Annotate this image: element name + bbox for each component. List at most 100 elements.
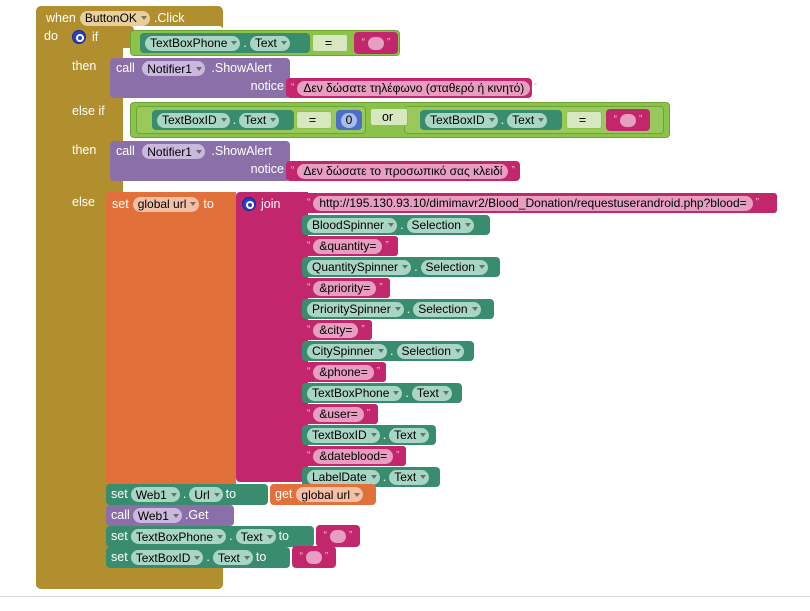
join-text-6[interactable]: &city= [313, 322, 359, 338]
getter-property-dropdown[interactable]: Text [389, 469, 430, 485]
getter-component-dropdown[interactable]: TextBoxID [425, 112, 498, 128]
join-text-10[interactable]: &user= [313, 406, 364, 422]
join-block[interactable] [236, 192, 308, 482]
get-global-variable-dropdown[interactable]: global url [296, 487, 364, 502]
getter-component-dropdown[interactable]: LabelDate [307, 469, 380, 485]
empty-string-block-2[interactable]: “ ” [606, 109, 650, 131]
equality-operator-2a[interactable]: = [296, 111, 332, 129]
join-socket-component-7[interactable]: CitySpinner . Selection [302, 341, 474, 361]
setter-component-name-web1: Web1 [135, 487, 167, 502]
equality-operator-2b[interactable]: = [566, 111, 602, 129]
getter-property-dropdown[interactable]: Text [411, 385, 452, 401]
setter-component-dropdown-id[interactable]: TextBoxID [130, 550, 204, 565]
string-value-phone[interactable] [330, 529, 346, 543]
gear-icon[interactable] [72, 30, 86, 44]
quote-close-icon: ” [325, 551, 329, 562]
getter-property-dropdown[interactable]: Text [249, 35, 290, 51]
chevron-down-icon [195, 66, 202, 71]
join-text-0[interactable]: http://195.130.93.10/dimimavr2/Blood_Don… [313, 195, 753, 211]
blocks-canvas[interactable]: when ButtonOK .Click do if TextBoxPhone … [0, 0, 810, 611]
call-notifier1-showalert-1[interactable]: call Notifier1 .ShowAlert notice [110, 58, 290, 98]
setter-property-dropdown-url[interactable]: Url [189, 487, 223, 502]
setter-property-dropdown-phone[interactable]: Text [235, 529, 276, 544]
call-component-dropdown-2[interactable]: Notifier1 [142, 144, 205, 159]
getter-component-dropdown[interactable]: PrioritySpinner [307, 301, 404, 317]
getter-property-dropdown[interactable]: Text [239, 112, 280, 128]
join-socket-component-3[interactable]: QuantitySpinner . Selection [302, 257, 500, 277]
join-text-4[interactable]: &priority= [313, 280, 377, 296]
component-getter-textboxid-text-a[interactable]: TextBoxID . Text [152, 110, 294, 130]
alert-message-text-1[interactable]: Δεν δώσατε τηλέφωνο (σταθερό ή κινητό) [297, 80, 531, 96]
join-text-2[interactable]: &quantity= [313, 238, 383, 254]
getter-component-dropdown[interactable]: TextBoxID [157, 112, 230, 128]
getter-component-dropdown[interactable]: TextBoxPhone [307, 385, 403, 401]
get-global-url-block[interactable]: get global url [270, 484, 376, 505]
set-label-id: set [111, 550, 128, 565]
empty-string-block-1[interactable]: “ ” [354, 32, 398, 54]
number-value[interactable]: 0 [340, 112, 358, 128]
setter-property-dropdown-id[interactable]: Text [212, 550, 253, 565]
call-component-dropdown-web1[interactable]: Web1 [132, 508, 182, 523]
call-notifier1-showalert-2[interactable]: call Notifier1 .ShowAlert notice [110, 141, 290, 181]
getter-property-name: Text [416, 386, 439, 400]
component-getter-textboxid-text-b[interactable]: TextBoxID . Text [420, 110, 562, 130]
join-socket-text-6[interactable]: “ &city= ” [302, 320, 372, 340]
setter-component-dropdown-phone[interactable]: TextBoxPhone [130, 529, 227, 544]
setter-component-dropdown-web1[interactable]: Web1 [130, 487, 180, 502]
join-socket-text-8[interactable]: “ &phone= ” [302, 362, 386, 382]
getter-property-name: Text [244, 113, 267, 127]
chevron-down-icon [488, 118, 495, 122]
event-component-dropdown[interactable]: ButtonOK [79, 10, 150, 26]
alert-message-block-2[interactable]: “ Δεν δώσατε το προσωπικό σας κλειδί ” [286, 161, 520, 181]
string-value-2[interactable] [620, 113, 636, 127]
getter-component-dropdown[interactable]: QuantitySpinner [307, 259, 412, 275]
empty-string-block-id[interactable]: “ ” [292, 546, 336, 568]
join-socket-component-9[interactable]: TextBoxPhone . Text [302, 383, 462, 403]
quote-open-icon: “ [307, 366, 311, 377]
getter-property-dropdown[interactable]: Text [507, 112, 548, 128]
then-label-2: then [72, 143, 97, 157]
join-socket-text-4[interactable]: “ &priority= ” [302, 278, 390, 298]
getter-property-dropdown[interactable]: Selection [413, 301, 481, 317]
equality-operator-1[interactable]: = [312, 34, 348, 52]
string-value-1[interactable] [368, 36, 384, 50]
call-component-dropdown-1[interactable]: Notifier1 [142, 61, 205, 76]
getter-property-dropdown[interactable]: Text [389, 427, 430, 443]
join-socket-component-1[interactable]: BloodSpinner . Selection [302, 215, 490, 235]
getter-property-dropdown[interactable]: Selection [406, 217, 474, 233]
join-socket-text-12[interactable]: “ &dateblood= ” [302, 446, 406, 466]
global-variable-dropdown[interactable]: global url [132, 196, 200, 212]
set-web1-url-block[interactable]: set Web1 . Url to [106, 484, 268, 505]
alert-message-text-2[interactable]: Δεν δώσατε το προσωπικό σας κλειδί [297, 163, 509, 179]
chevron-down-icon [464, 223, 471, 227]
component-getter-textboxphone-text[interactable]: TextBoxPhone . Text [140, 33, 310, 53]
join-text-8[interactable]: &phone= [313, 364, 374, 380]
getter-component-dropdown[interactable]: TextBoxPhone [145, 35, 241, 51]
join-socket-text-2[interactable]: “ &quantity= ” [302, 236, 398, 256]
getter-component-dropdown[interactable]: CitySpinner [307, 343, 388, 359]
join-socket-component-5[interactable]: PrioritySpinner . Selection [302, 299, 494, 319]
empty-string-block-phone[interactable]: “ ” [316, 525, 360, 547]
getter-component-dropdown[interactable]: TextBoxID [307, 427, 380, 443]
set-textboxid-text-block[interactable]: set TextBoxID . Text to [106, 547, 290, 568]
number-block-zero[interactable]: 0 [336, 110, 362, 130]
alert-message-block-1[interactable]: “ Δεν δώσατε τηλέφωνο (σταθερό ή κινητό)… [286, 78, 537, 98]
chevron-down-icon [394, 307, 401, 311]
call-label-2: call [116, 143, 135, 158]
set-global-url-block[interactable] [106, 192, 236, 484]
getter-component-name: CitySpinner [312, 344, 375, 358]
set-textboxphone-text-block[interactable]: set TextBoxPhone . Text to [106, 526, 314, 547]
gear-icon[interactable] [242, 197, 256, 211]
getter-component-dropdown[interactable]: BloodSpinner [307, 217, 398, 233]
call-method-1: .ShowAlert [211, 60, 272, 75]
string-value-id[interactable] [306, 550, 322, 564]
join-socket-component-11[interactable]: TextBoxID . Text [302, 425, 436, 445]
getter-property-dropdown[interactable]: Selection [420, 259, 488, 275]
getter-component-name: QuantitySpinner [312, 260, 399, 274]
join-socket-text-0[interactable]: “ http://195.130.93.10/dimimavr2/Blood_D… [302, 193, 777, 213]
join-text-12[interactable]: &dateblood= [313, 448, 394, 464]
call-web1-get-block[interactable]: call Web1 .Get [106, 505, 234, 526]
getter-property-dropdown[interactable]: Selection [396, 343, 464, 359]
or-operator-dropdown[interactable]: or [370, 108, 408, 126]
join-socket-text-10[interactable]: “ &user= ” [302, 404, 378, 424]
